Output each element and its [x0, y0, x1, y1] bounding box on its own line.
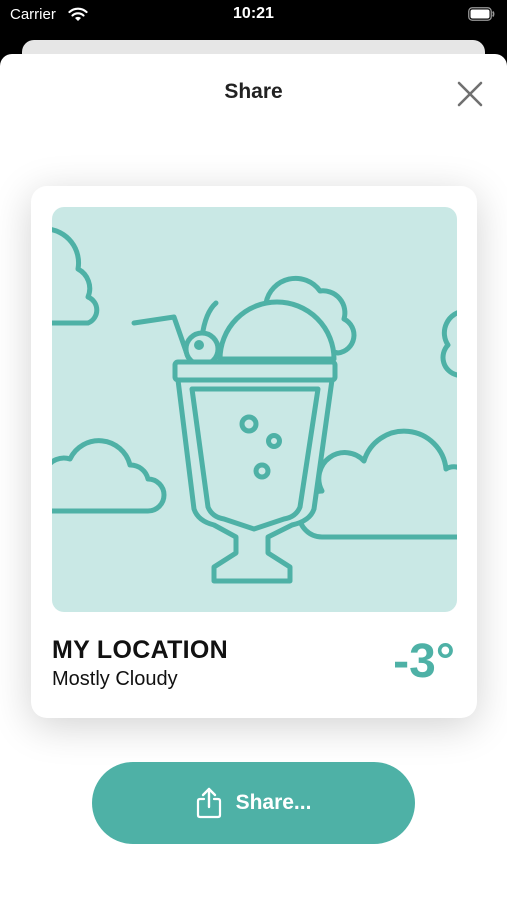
sheet-title: Share — [224, 80, 283, 103]
temperature: -3° — [393, 635, 455, 688]
status-bar: Carrier 10:21 — [0, 0, 507, 32]
weather-card: MY LOCATION Mostly Cloudy -3° — [31, 186, 477, 718]
share-button-label: Share... — [235, 791, 312, 814]
close-icon — [457, 81, 483, 107]
milkshake-illustration — [52, 227, 457, 584]
location-name: MY LOCATION — [52, 636, 228, 664]
cloud-shape — [440, 310, 457, 378]
share-icon — [196, 787, 221, 819]
close-button[interactable] — [452, 76, 488, 112]
bubble-shape — [253, 462, 271, 480]
glass-inner-shape — [189, 386, 321, 532]
cloud-shape — [52, 438, 167, 514]
straw-shape — [131, 314, 191, 360]
clock: 10:21 — [233, 5, 274, 22]
share-button[interactable]: Share... — [92, 762, 415, 844]
glass-rim-shape — [172, 359, 338, 383]
weather-illustration — [52, 207, 457, 612]
weather-condition: Mostly Cloudy — [52, 668, 178, 690]
share-sheet: Share MY LOCATION Mostly Cloudy -3° Shar… — [0, 54, 507, 900]
cloud-shape — [52, 227, 100, 326]
battery-icon — [468, 7, 495, 21]
bubble-shape — [239, 414, 259, 434]
bubble-shape — [266, 433, 282, 449]
